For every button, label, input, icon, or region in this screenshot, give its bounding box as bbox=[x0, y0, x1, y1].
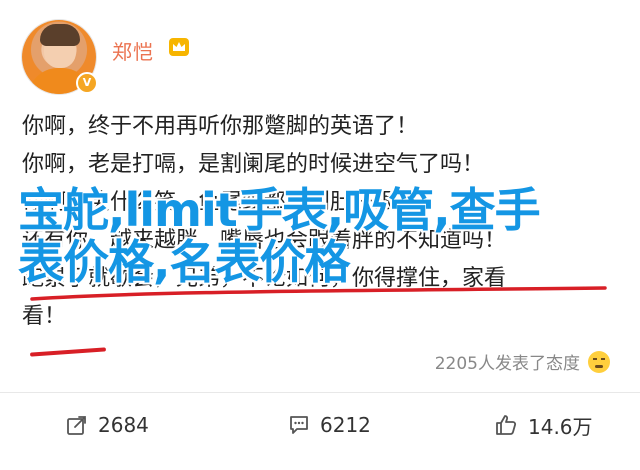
comment-count: 6212 bbox=[320, 413, 371, 437]
red-dash-mark bbox=[29, 347, 107, 357]
author-name[interactable]: 郑恺 bbox=[112, 36, 154, 65]
share-button[interactable]: 2684 bbox=[66, 408, 149, 442]
share-count: 2684 bbox=[98, 413, 149, 437]
share-icon bbox=[67, 416, 86, 435]
comment-icon bbox=[290, 416, 308, 434]
reaction-summary[interactable]: 2205人发表了态度 bbox=[435, 349, 610, 374]
comment-button[interactable]: 6212 bbox=[288, 408, 371, 442]
red-underline-mark bbox=[30, 286, 607, 301]
crown-icon bbox=[169, 38, 189, 56]
sad-face-icon bbox=[588, 350, 610, 373]
reaction-count-text: 2205人发表了态度 bbox=[434, 354, 580, 374]
divider bbox=[0, 392, 640, 393]
like-count: 14.6万 bbox=[528, 414, 593, 439]
like-button[interactable]: 14.6万 bbox=[494, 408, 593, 442]
verified-badge-icon: V bbox=[76, 72, 98, 94]
thumbs-up-icon bbox=[496, 415, 517, 435]
post-line: 你啊，老是打嗝，是割阑尾的时候进空气了吗！ bbox=[22, 152, 485, 177]
post-line: 你啊，终于不用再听你那蹩脚的英语了！ bbox=[22, 114, 419, 139]
watermark-overlay-text: 宝舵,limit手表,吸管,查手表价格,名表价格 bbox=[18, 183, 541, 289]
weibo-post-card: V 郑恺 你啊，终于不用再听你那蹩脚的英语了！ 你啊，老是打嗝，是割阑尾的时候进… bbox=[0, 0, 640, 470]
